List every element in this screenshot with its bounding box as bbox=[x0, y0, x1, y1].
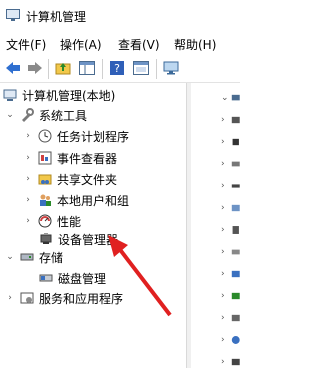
list-item[interactable]: › bbox=[191, 286, 240, 306]
device-icon bbox=[232, 226, 239, 234]
chevron-right-icon[interactable]: › bbox=[22, 215, 34, 227]
menu-view[interactable]: 查看(V) bbox=[118, 36, 160, 53]
menu-bar: 文件(F) 操作(A) 查看(V) 帮助(H) bbox=[0, 32, 240, 56]
device-icon bbox=[231, 314, 240, 322]
computer-icon bbox=[231, 94, 240, 101]
tree-item-task-scheduler[interactable]: › 任务计划程序 bbox=[22, 126, 129, 146]
tree-root[interactable]: 计算机管理(本地) bbox=[2, 85, 115, 105]
device-icon bbox=[231, 161, 240, 167]
device-manager-icon bbox=[38, 231, 54, 247]
up-folder-icon[interactable] bbox=[54, 60, 72, 76]
device-list-pane: ⌄ › › › › › › › › › › › › bbox=[191, 83, 240, 368]
tree-item-disk-management[interactable]: 磁盘管理 bbox=[38, 268, 106, 288]
device-icon bbox=[231, 204, 240, 212]
tree-item-label: 存储 bbox=[39, 250, 64, 265]
performance-icon bbox=[37, 213, 53, 229]
tree-root-label: 计算机管理(本地) bbox=[22, 88, 116, 103]
list-item[interactable]: › bbox=[191, 176, 240, 196]
tree-item-storage[interactable]: ⌄ 存储 bbox=[4, 247, 63, 267]
chevron-right-icon[interactable]: › bbox=[22, 173, 34, 185]
disk-icon bbox=[38, 270, 54, 286]
tree-item-local-users[interactable]: › 本地用户和组 bbox=[22, 190, 129, 210]
chevron-down-icon[interactable]: ⌄ bbox=[4, 251, 16, 263]
device-icon bbox=[231, 116, 240, 124]
tree-item-performance[interactable]: › 性能 bbox=[22, 211, 81, 231]
tools-icon bbox=[19, 107, 35, 123]
chevron-down-icon[interactable]: ⌄ bbox=[4, 109, 16, 121]
tree-item-label: 性能 bbox=[57, 214, 82, 229]
device-icon bbox=[231, 249, 240, 255]
navigation-tree: 计算机管理(本地) ⌄ 系统工具 › 任务计划程序 › 事件查看器 › 共享文件… bbox=[0, 83, 186, 368]
clock-icon bbox=[37, 128, 53, 144]
chevron-right-icon[interactable]: › bbox=[4, 292, 16, 304]
show-hide-tree-icon[interactable] bbox=[78, 60, 96, 76]
services-icon bbox=[19, 290, 35, 306]
window-title: 计算机管理 bbox=[26, 10, 87, 24]
list-item[interactable]: › bbox=[191, 110, 240, 130]
tree-item-label: 本地用户和组 bbox=[57, 193, 130, 208]
list-item[interactable]: › bbox=[191, 198, 240, 218]
shared-folder-icon bbox=[37, 171, 53, 187]
list-item[interactable]: › bbox=[191, 242, 240, 262]
list-item[interactable]: ⌄ bbox=[191, 88, 240, 108]
users-icon bbox=[37, 192, 53, 208]
event-log-icon bbox=[37, 150, 53, 166]
menu-file[interactable]: 文件(F) bbox=[6, 36, 46, 53]
computer-icon bbox=[2, 87, 18, 103]
toolbar: ? bbox=[0, 56, 240, 83]
device-icon bbox=[231, 270, 240, 278]
forward-icon[interactable] bbox=[26, 60, 44, 76]
list-item[interactable]: › bbox=[191, 330, 240, 350]
device-icon bbox=[232, 138, 239, 146]
list-item[interactable]: › bbox=[191, 220, 240, 240]
storage-icon bbox=[19, 249, 35, 265]
tree-item-label: 任务计划程序 bbox=[57, 129, 130, 144]
list-item[interactable]: › bbox=[191, 154, 240, 174]
help-icon[interactable]: ? bbox=[108, 60, 126, 76]
chevron-right-icon[interactable]: › bbox=[22, 152, 34, 164]
tree-item-system-tools[interactable]: ⌄ 系统工具 bbox=[4, 105, 87, 125]
device-icon bbox=[231, 184, 240, 188]
back-icon[interactable] bbox=[4, 60, 22, 76]
properties-icon[interactable] bbox=[132, 60, 150, 76]
tree-item-label: 系统工具 bbox=[39, 108, 88, 123]
list-item[interactable]: › bbox=[191, 264, 240, 284]
computer-management-icon bbox=[6, 9, 20, 21]
chevron-right-icon[interactable]: › bbox=[22, 194, 34, 206]
svg-text:?: ? bbox=[114, 62, 120, 75]
tree-item-label: 磁盘管理 bbox=[58, 271, 107, 286]
tree-item-event-viewer[interactable]: › 事件查看器 bbox=[22, 148, 117, 168]
device-icon bbox=[231, 358, 240, 366]
list-item[interactable]: › bbox=[191, 352, 240, 372]
chevron-right-icon[interactable]: › bbox=[22, 130, 34, 142]
list-item[interactable]: › bbox=[191, 132, 240, 152]
menu-help[interactable]: 帮助(H) bbox=[174, 36, 216, 53]
list-item[interactable]: › bbox=[191, 308, 240, 328]
tree-item-label: 共享文件夹 bbox=[57, 172, 118, 187]
title-bar: 计算机管理 bbox=[0, 0, 240, 32]
tree-item-shared-folders[interactable]: › 共享文件夹 bbox=[22, 169, 117, 189]
menu-action[interactable]: 操作(A) bbox=[60, 36, 102, 53]
monitor-icon[interactable] bbox=[162, 60, 180, 76]
tree-item-label: 事件查看器 bbox=[57, 151, 118, 166]
device-icon bbox=[231, 292, 240, 300]
annotation-arrow bbox=[108, 235, 172, 317]
device-icon bbox=[231, 336, 240, 344]
